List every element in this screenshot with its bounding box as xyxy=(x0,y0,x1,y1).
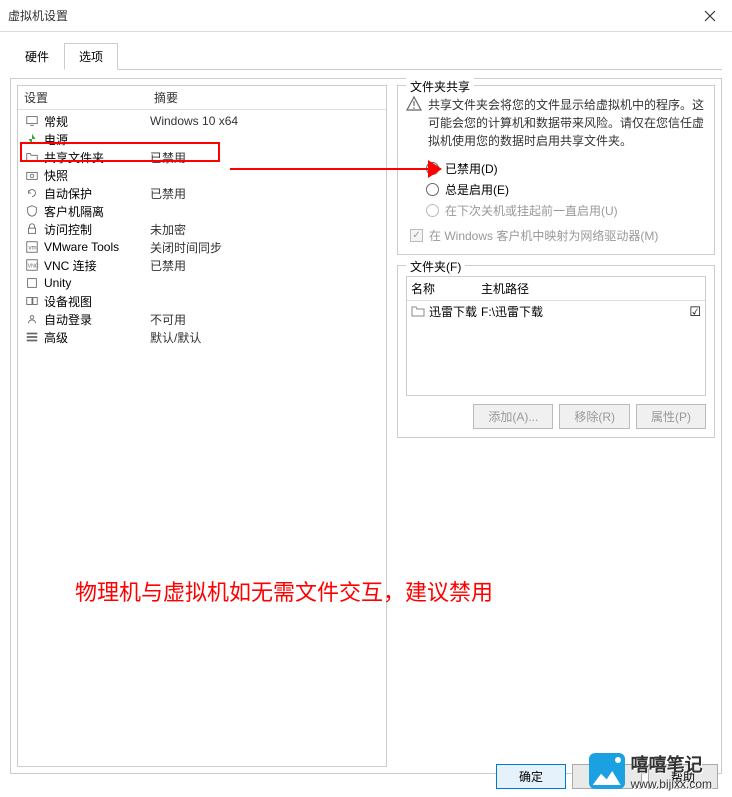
item-label: Unity xyxy=(44,276,150,290)
checkbox-icon xyxy=(410,229,423,242)
folder-check: ☑ xyxy=(681,304,701,320)
annotation-text: 物理机与虚拟机如无需文件交互，建议禁用 xyxy=(75,575,493,607)
tab-options[interactable]: 选项 xyxy=(64,43,118,70)
ok-button[interactable]: 确定 xyxy=(496,764,566,789)
item-summary: 已禁用 xyxy=(150,185,186,202)
item-summary: 默认/默认 xyxy=(150,329,201,346)
item-label: 客户机隔离 xyxy=(44,203,150,220)
radio-always-label: 总是启用(E) xyxy=(445,181,509,198)
item-summary: 不可用 xyxy=(150,311,186,328)
props-button: 属性(P) xyxy=(636,404,706,429)
watermark-logo xyxy=(589,753,625,789)
annotation-arrow xyxy=(230,168,437,170)
close-button[interactable] xyxy=(688,0,732,32)
tab-hardware[interactable]: 硬件 xyxy=(10,43,64,70)
watermark-name: 嘻嘻笔记 xyxy=(631,751,712,777)
refresh-icon xyxy=(24,185,40,201)
item-label: 自动保护 xyxy=(44,185,150,202)
warning-text: 共享文件夹会将您的文件显示给虚拟机中的程序。这可能会您的计算机和数据带来风险。请… xyxy=(428,96,706,150)
radio-disabled-label: 已禁用(D) xyxy=(445,160,498,177)
list-item[interactable]: 自动登录不可用 xyxy=(18,310,386,328)
lock-icon xyxy=(24,221,40,237)
check-map-label: 在 Windows 客户机中映射为网络驱动器(M) xyxy=(429,227,658,244)
tabs: 硬件 选项 xyxy=(10,42,722,70)
item-label: VNC 连接 xyxy=(44,257,150,274)
item-summary: 已禁用 xyxy=(150,257,186,274)
legend-folders: 文件夹(F) xyxy=(406,258,465,275)
item-label: 访问控制 xyxy=(44,221,150,238)
add-button: 添加(A)... xyxy=(473,404,553,429)
radio-icon xyxy=(426,183,439,196)
col-name: 名称 xyxy=(411,280,481,297)
list-item[interactable]: vm VMware Tools关闭时间同步 xyxy=(18,238,386,256)
list-item[interactable]: 常规Windows 10 x64 xyxy=(18,112,386,130)
warning-icon xyxy=(406,96,422,150)
item-label: 快照 xyxy=(44,167,150,184)
vmware-icon: vm xyxy=(24,239,40,255)
login-icon xyxy=(24,311,40,327)
check-map-drive: 在 Windows 客户机中映射为网络驱动器(M) xyxy=(410,227,706,244)
list-item[interactable]: 自动保护已禁用 xyxy=(18,184,386,202)
camera-icon xyxy=(24,167,40,183)
item-summary: 未加密 xyxy=(150,221,186,238)
monitor-icon xyxy=(24,113,40,129)
list-item[interactable]: Unity xyxy=(18,274,386,292)
item-label: 自动登录 xyxy=(44,311,150,328)
svg-text:VNC: VNC xyxy=(28,264,39,270)
list-item[interactable]: VNC VNC 连接已禁用 xyxy=(18,256,386,274)
list-item[interactable]: 客户机隔离 xyxy=(18,202,386,220)
list-item[interactable]: 设备视图 xyxy=(18,292,386,310)
table-row[interactable]: 迅雷下载 F:\迅雷下载 ☑ xyxy=(407,301,705,322)
close-icon xyxy=(704,10,716,22)
legend-sharing: 文件夹共享 xyxy=(406,78,474,95)
svg-text:vm: vm xyxy=(29,245,37,252)
item-label: 设备视图 xyxy=(44,293,150,310)
remove-button: 移除(R) xyxy=(559,404,630,429)
fieldset-folders: 文件夹(F) 名称 主机路径 迅雷下载 F:\迅雷下载 ☑ xyxy=(397,265,715,438)
watermark: 嘻嘻笔记 www.bijixx.com xyxy=(589,751,712,791)
radio-until: 在下次关机或挂起前一直启用(U) xyxy=(426,202,706,219)
watermark-url: www.bijixx.com xyxy=(631,777,712,791)
window-title: 虚拟机设置 xyxy=(8,7,688,24)
header-summary: 摘要 xyxy=(154,89,178,106)
settings-list: 设置 摘要 常规Windows 10 x64电源共享文件夹已禁用快照自动保护已禁… xyxy=(17,85,387,767)
highlight-shared-folders xyxy=(20,142,220,162)
titlebar: 虚拟机设置 xyxy=(0,0,732,32)
fieldset-sharing: 文件夹共享 共享文件夹会将您的文件显示给虚拟机中的程序。这可能会您的计算机和数据… xyxy=(397,85,715,255)
annotation-arrow-head xyxy=(428,160,442,178)
vnc-icon: VNC xyxy=(24,257,40,273)
item-label: VMware Tools xyxy=(44,240,150,254)
header-setting: 设置 xyxy=(24,89,154,106)
radio-disabled[interactable]: 已禁用(D) xyxy=(426,160,706,177)
folder-icon xyxy=(411,304,427,320)
folder-path: F:\迅雷下载 xyxy=(481,303,681,320)
item-label: 高级 xyxy=(44,329,150,346)
list-item[interactable]: 高级默认/默认 xyxy=(18,328,386,346)
item-summary: 关闭时间同步 xyxy=(150,239,222,256)
radio-until-label: 在下次关机或挂起前一直启用(U) xyxy=(445,202,618,219)
radio-icon xyxy=(426,204,439,217)
item-label: 常规 xyxy=(44,113,150,130)
advanced-icon xyxy=(24,329,40,345)
device-icon xyxy=(24,293,40,309)
list-item[interactable]: 访问控制未加密 xyxy=(18,220,386,238)
folders-table: 名称 主机路径 迅雷下载 F:\迅雷下载 ☑ xyxy=(406,276,706,396)
right-panel: 文件夹共享 共享文件夹会将您的文件显示给虚拟机中的程序。这可能会您的计算机和数据… xyxy=(397,85,715,767)
shield-icon xyxy=(24,203,40,219)
folder-name: 迅雷下载 xyxy=(429,303,481,320)
item-summary: Windows 10 x64 xyxy=(150,114,238,128)
radio-always[interactable]: 总是启用(E) xyxy=(426,181,706,198)
col-path: 主机路径 xyxy=(481,280,701,297)
list-header: 设置 摘要 xyxy=(18,86,386,110)
unity-icon xyxy=(24,275,40,291)
